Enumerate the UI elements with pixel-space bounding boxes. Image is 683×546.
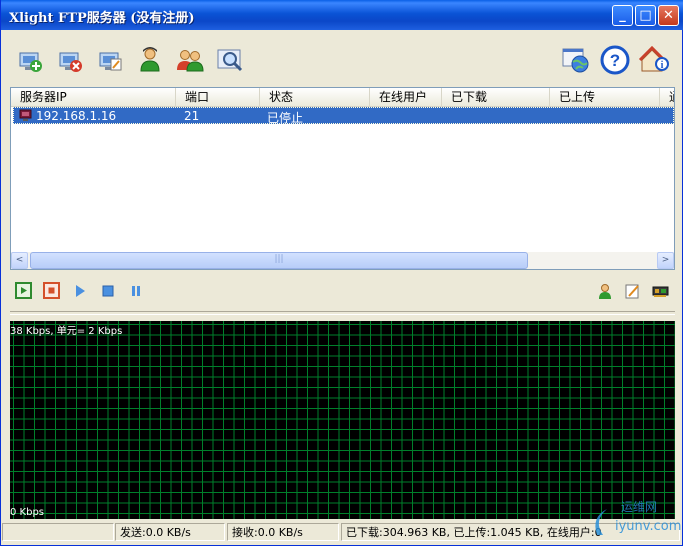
users-icon[interactable] [174,44,206,76]
column-header-extra[interactable]: 通 [660,88,674,106]
svg-text:?: ? [610,51,620,70]
server-control-bar [2,278,682,304]
edit-server-icon[interactable] [94,44,126,76]
pause-icon[interactable] [127,282,145,300]
stop-server-icon[interactable] [43,282,61,300]
search-icon[interactable] [214,44,246,76]
traffic-graph: 38 Kbps, 单元= 2 Kbps 0 Kbps [10,321,675,519]
start-server-icon[interactable] [15,282,33,300]
maximize-button[interactable]: □ [635,5,656,26]
edit-log-icon[interactable] [624,282,642,300]
server-row[interactable]: 192.168.1.16 21 已停止 [13,107,674,125]
main-window: Xlight FTP服务器 (没有注册) _ □ ✕ ? i 服务器IP 端口 … [0,0,683,546]
play-icon[interactable] [71,282,89,300]
graph-zero-label: 0 Kbps [10,507,45,518]
user-icon[interactable] [134,44,166,76]
stop-icon[interactable] [99,282,117,300]
svg-text:iyunv.com: iyunv.com [615,519,681,534]
column-header-online-users[interactable]: 在线用户 [370,88,442,106]
server-port: 21 [184,109,200,123]
close-button[interactable]: ✕ [658,5,679,26]
status-send: 发送:0.0 KB/s [115,523,225,541]
window-title: Xlight FTP服务器 (没有注册) [9,11,195,26]
title-bar[interactable]: Xlight FTP服务器 (没有注册) _ □ ✕ [1,0,683,30]
server-icon [19,109,32,125]
online-user-icon[interactable] [596,282,614,300]
scroll-thumb[interactable]: ||| [30,252,528,269]
watermark-logo: 运维网 iyunv.com [589,497,681,543]
globe-window-icon[interactable] [560,44,592,76]
add-server-icon[interactable] [14,44,46,76]
minimize-button[interactable]: _ [612,5,633,26]
svg-text:运维网: 运维网 [621,500,657,514]
info-home-icon[interactable]: i [638,44,670,76]
column-header-downloaded[interactable]: 已下载 [442,88,550,106]
status-pane-empty [2,523,114,541]
horizontal-scrollbar[interactable]: < ||| > [11,252,674,269]
main-toolbar: ? i [2,36,682,84]
server-status: 已停止 [267,111,304,125]
svg-text:i: i [661,60,664,71]
column-header-uploaded[interactable]: 已上传 [550,88,660,106]
separator [10,311,675,315]
column-header-port[interactable]: 端口 [176,88,260,106]
list-header: 服务器IP 端口 状态 在线用户 已下载 已上传 通 [11,88,674,107]
scroll-left-button[interactable]: < [11,252,28,269]
server-list[interactable]: 服务器IP 端口 状态 在线用户 已下载 已上传 通 192.168.1.16 … [10,87,675,270]
graph-scale-label: 38 Kbps, 单元= 2 Kbps [10,326,123,337]
help-icon[interactable]: ? [599,44,631,76]
network-card-icon[interactable] [652,282,670,300]
status-bar: 发送:0.0 KB/s 接收:0.0 KB/s 已下载:304.963 KB, … [2,521,682,543]
status-receive: 接收:0.0 KB/s [227,523,339,541]
delete-server-icon[interactable] [54,44,86,76]
column-header-server-ip[interactable]: 服务器IP [11,88,176,106]
column-header-status[interactable]: 状态 [260,88,370,106]
server-ip: 192.168.1.16 [36,109,117,123]
scroll-right-button[interactable]: > [657,252,674,269]
